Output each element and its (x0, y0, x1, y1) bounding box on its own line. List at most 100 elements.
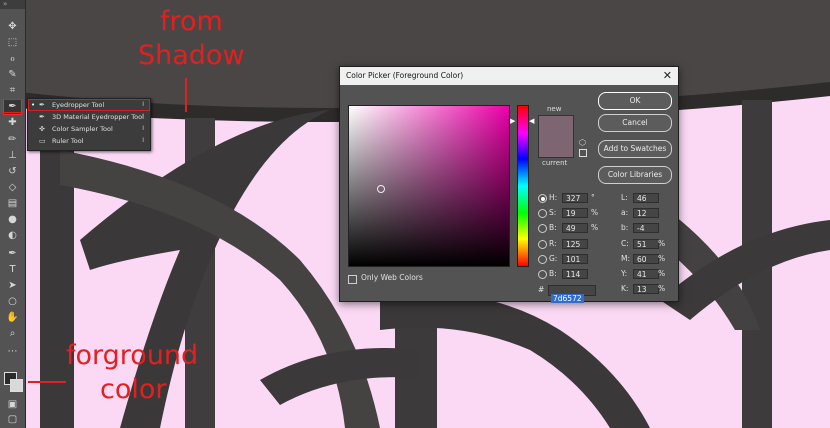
cmyk-unit-2: % (658, 269, 666, 278)
flyout-item-shortcut: I (142, 125, 144, 132)
ok-button[interactable]: OK (598, 92, 672, 110)
shape-tool-icon[interactable]: ○ (4, 295, 21, 309)
collapse-panel-icon[interactable]: » (0, 0, 25, 9)
lasso-tool-icon[interactable]: ℴ (4, 52, 21, 66)
cmyk-label-2: Y: (621, 269, 628, 278)
add-to-swatches-button[interactable]: Add to Swatches (598, 140, 672, 158)
rgb-input-2[interactable]: 114 (562, 269, 588, 279)
only-web-colors-checkbox[interactable] (348, 275, 357, 284)
hue-slider-left-arrow-icon[interactable]: ▶ (510, 117, 515, 125)
brush-tool-icon[interactable]: ✏ (4, 133, 21, 147)
cube-icon[interactable]: ⬡ (579, 139, 586, 147)
hsb-radio-0[interactable] (538, 194, 547, 203)
annotation-foreground-pointer (28, 381, 66, 383)
flyout-item-label: 3D Material Eyedropper Tool (52, 113, 144, 121)
hsb-input-0[interactable]: 327 (562, 193, 588, 203)
hex-input[interactable]: 7d6572 (548, 285, 596, 303)
flyout-item-label: Eyedropper Tool (52, 101, 105, 109)
dialog-titlebar: Color Picker (Foreground Color) ✕ (340, 67, 678, 85)
lab-input-2[interactable]: -4 (633, 223, 659, 233)
dodge-tool-icon[interactable]: ◐ (4, 229, 21, 243)
rgb-radio-2[interactable] (538, 270, 547, 279)
flyout-item[interactable]: ✒ 3D Material Eyedropper Tool I (28, 111, 150, 123)
close-icon[interactable]: ✕ (663, 67, 672, 85)
web-safe-swatch-icon[interactable] (579, 149, 587, 157)
pen-tool-icon[interactable]: ✒ (4, 247, 21, 261)
hand-tool-icon[interactable]: ✋ (4, 311, 21, 325)
eyedropper-flyout-menu: • ✒ Eyedropper Tool I ✒ 3D Material Eyedroppe… (27, 98, 151, 151)
more-tools-icon[interactable]: ⋯ (4, 345, 21, 359)
hue-slider-right-arrow-icon[interactable]: ◀ (529, 117, 534, 125)
flyout-item[interactable]: ✜ Color Sampler Tool I (28, 123, 150, 135)
path-select-tool-icon[interactable]: ➤ (4, 279, 21, 293)
flyout-item[interactable]: ▭ Ruler Tool I (28, 135, 150, 147)
tools-panel: » ✥ ⬚ ℴ ✎ ⌗ ✒ ✚ ✏ ⊥ ↺ ◇ ▤ ● ◐ ✒ T ➤ ○ ✋ ⌕ ⋯ ▣ ▢ (0, 0, 26, 428)
lab-input-1[interactable]: 12 (633, 208, 659, 218)
background-color-swatch[interactable] (10, 379, 23, 392)
flyout-item-label: Color Sampler Tool (52, 125, 113, 133)
screen-mode-icon[interactable]: ▢ (4, 413, 21, 427)
rgb-label-0: R: (549, 239, 557, 248)
hsb-radio-1[interactable] (538, 209, 547, 218)
cmyk-input-1[interactable]: 60 (633, 254, 659, 264)
lab-label-2: b: (621, 223, 629, 232)
cmyk-unit-1: % (658, 254, 666, 263)
quick-select-tool-icon[interactable]: ✎ (4, 68, 21, 82)
cmyk-label-3: K: (621, 284, 629, 293)
hex-value: 7d6572 (551, 294, 584, 303)
eyedropper-icon: ✒ (39, 101, 45, 109)
eraser-tool-icon[interactable]: ◇ (4, 181, 21, 195)
lab-input-0[interactable]: 46 (633, 193, 659, 203)
rgb-label-1: G: (549, 254, 558, 263)
flyout-item-shortcut: I (142, 101, 144, 108)
cmyk-input-3[interactable]: 13 (633, 284, 659, 294)
cmyk-input-0[interactable]: 51 (633, 239, 659, 249)
rgb-radio-0[interactable] (538, 240, 547, 249)
hsb-input-2[interactable]: 49 (562, 223, 588, 233)
gradient-tool-icon[interactable]: ▤ (4, 197, 21, 211)
hsb-radio-2[interactable] (538, 224, 547, 233)
lab-label-1: a: (621, 208, 629, 217)
cmyk-label-0: C: (621, 239, 629, 248)
color-picker-dialog: Color Picker (Foreground Color) ✕ ▶ ◀ ne… (339, 66, 679, 303)
lab-label-0: L: (621, 193, 628, 202)
color-libraries-button[interactable]: Color Libraries (598, 166, 672, 184)
rgb-radio-1[interactable] (538, 255, 547, 264)
hsb-unit-1: % (591, 208, 599, 217)
zoom-tool-icon[interactable]: ⌕ (4, 327, 21, 341)
hex-label: # (538, 285, 545, 294)
rgb-input-0[interactable]: 125 (562, 239, 588, 249)
cmyk-input-2[interactable]: 41 (633, 269, 659, 279)
flyout-item[interactable]: • ✒ Eyedropper Tool I (28, 99, 150, 111)
color-sampler-icon: ✜ (39, 125, 45, 133)
healing-brush-tool-icon[interactable]: ✚ (4, 116, 21, 130)
saturation-brightness-field[interactable] (348, 105, 510, 267)
rgb-input-1[interactable]: 101 (562, 254, 588, 264)
type-tool-icon[interactable]: T (4, 263, 21, 277)
quick-mask-icon[interactable]: ▣ (4, 398, 21, 412)
color-picker-cursor[interactable] (377, 185, 385, 193)
new-color-label: new (547, 105, 562, 113)
rgb-label-2: B: (549, 269, 557, 278)
dialog-title: Color Picker (Foreground Color) (346, 71, 464, 80)
current-color-swatch[interactable] (538, 137, 574, 158)
history-brush-tool-icon[interactable]: ↺ (4, 165, 21, 179)
hsb-label-2: B: (549, 223, 557, 232)
move-tool-icon[interactable]: ✥ (4, 20, 21, 34)
hue-slider[interactable] (517, 105, 529, 267)
new-color-swatch (538, 115, 574, 138)
3d-eyedropper-icon: ✒ (39, 113, 45, 121)
stamp-tool-icon[interactable]: ⊥ (4, 149, 21, 163)
annotation-from-shadow-line1: from (160, 6, 223, 37)
only-web-colors-label: Only Web Colors (361, 273, 423, 282)
flyout-item-shortcut: I (142, 137, 144, 144)
blur-tool-icon[interactable]: ● (4, 213, 21, 227)
crop-tool-icon[interactable]: ⌗ (4, 84, 21, 98)
cancel-button[interactable]: Cancel (598, 114, 672, 132)
flyout-item-shortcut: I (142, 113, 144, 120)
marquee-tool-icon[interactable]: ⬚ (4, 36, 21, 50)
hsb-input-1[interactable]: 19 (562, 208, 588, 218)
cmyk-unit-3: % (658, 284, 666, 293)
cmyk-unit-0: % (658, 239, 666, 248)
foreground-background-swatches[interactable] (4, 372, 24, 394)
